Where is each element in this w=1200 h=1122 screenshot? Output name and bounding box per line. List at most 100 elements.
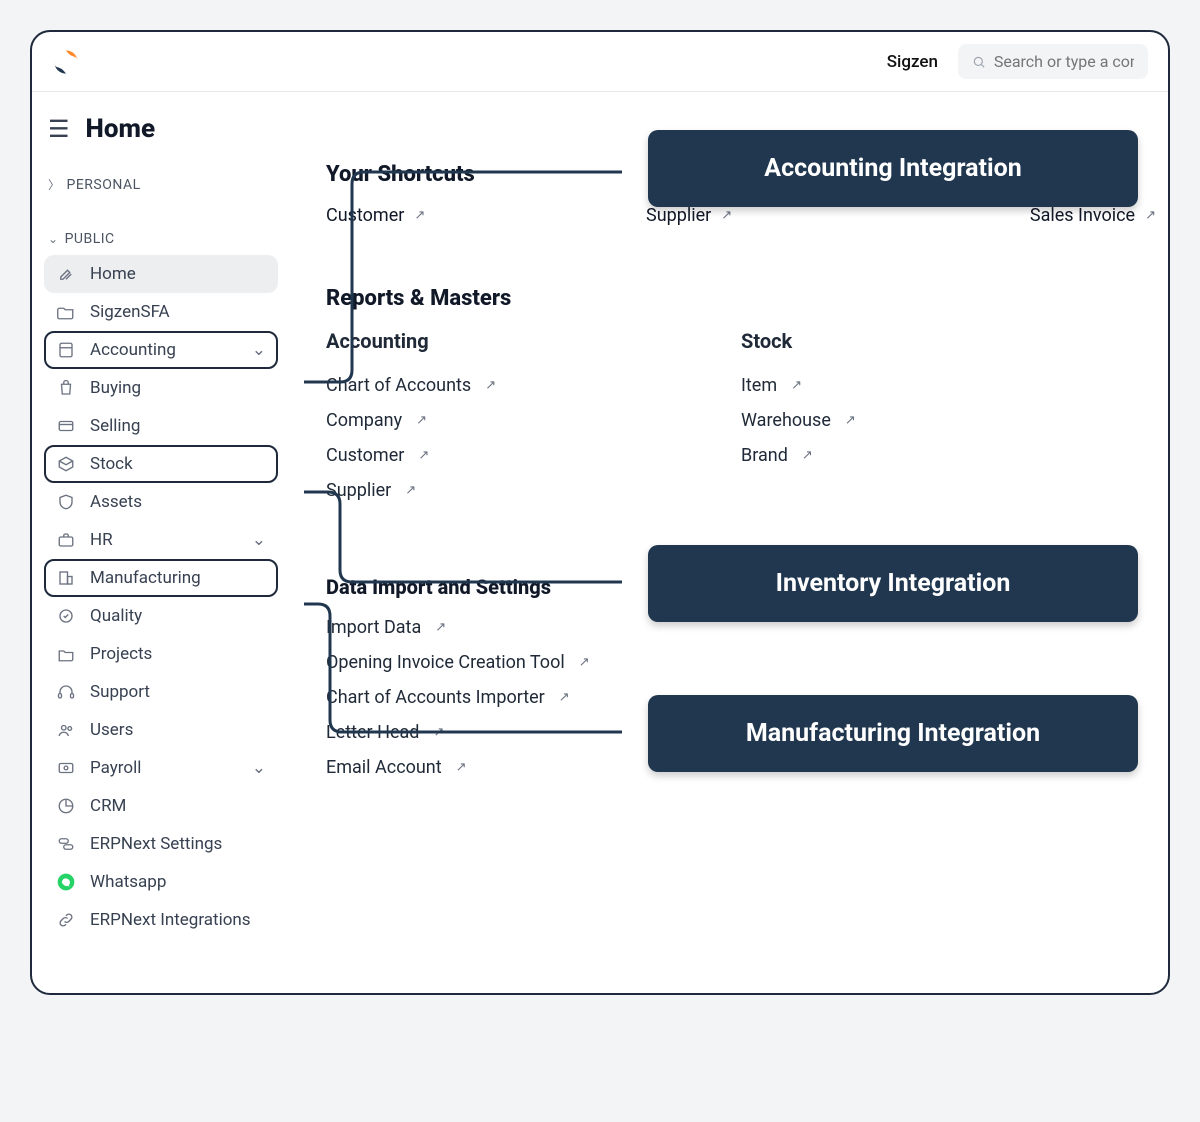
- external-link-icon: ↗: [418, 448, 429, 463]
- toggles-icon: [56, 834, 76, 854]
- sidebar-item-label: Selling: [90, 416, 140, 436]
- sidebar-item-payroll[interactable]: Payroll ⌄: [44, 749, 278, 787]
- sidebar: ☰ Home 〉 PERSONAL ⌄ PUBLIC Home SigzenSF…: [32, 92, 286, 953]
- sidebar-item-crm[interactable]: CRM: [44, 787, 278, 825]
- logo-icon: [52, 48, 80, 76]
- di-link-opening-invoice[interactable]: Opening Invoice Creation Tool↗: [326, 652, 1156, 673]
- sidebar-item-label: CRM: [90, 796, 126, 816]
- sidebar-item-selling[interactable]: Selling: [44, 407, 278, 445]
- callout-manufacturing-integration: Manufacturing Integration: [648, 695, 1138, 772]
- shortcut-label: Sales Invoice: [1030, 205, 1135, 226]
- sidebar-item-label: Quality: [90, 606, 142, 626]
- rm-link-item[interactable]: Item↗: [741, 375, 1156, 396]
- page-title: Home: [86, 114, 156, 144]
- logo: [52, 48, 80, 76]
- external-link-icon: ↗: [721, 208, 732, 223]
- external-link-icon: ↗: [414, 208, 425, 223]
- rm-link-supplier[interactable]: Supplier↗: [326, 480, 741, 501]
- sidebar-item-label: ERPNext Integrations: [90, 910, 251, 930]
- shortcut-label: Customer: [326, 205, 404, 226]
- sidebar-item-projects[interactable]: Projects: [44, 635, 278, 673]
- sidebar-item-label: Manufacturing: [90, 568, 201, 588]
- sidebar-item-label: Buying: [90, 378, 141, 398]
- sidebar-item-label: SigzenSFA: [90, 302, 170, 322]
- shortcut-customer[interactable]: Customer ↗: [326, 205, 646, 226]
- external-link-icon: ↗: [433, 725, 444, 740]
- external-link-icon: ↗: [1145, 208, 1156, 223]
- chevron-down-icon: ⌄: [252, 758, 266, 778]
- sidebar-item-label: Users: [90, 720, 133, 740]
- sidebar-item-erpnext-settings[interactable]: ERPNext Settings: [44, 825, 278, 863]
- external-link-icon: ↗: [456, 760, 467, 775]
- callout-inventory-integration: Inventory Integration: [648, 545, 1138, 622]
- sidebar-item-whatsapp[interactable]: Whatsapp: [44, 863, 278, 901]
- sidebar-item-erpnext-integrations[interactable]: ERPNext Integrations: [44, 901, 278, 939]
- rm-link-company[interactable]: Company↗: [326, 410, 741, 431]
- main-content: Your Shortcuts Customer ↗ Supplier ↗ Sal…: [286, 92, 1168, 953]
- rm-stock-head: Stock: [741, 329, 1156, 353]
- headset-icon: [56, 682, 76, 702]
- sidebar-item-label: Assets: [90, 492, 142, 512]
- rm-link-customer[interactable]: Customer↗: [326, 445, 741, 466]
- chevron-right-icon: 〉: [48, 176, 61, 193]
- rm-link-chart-of-accounts[interactable]: Chart of Accounts↗: [326, 375, 741, 396]
- search-input[interactable]: [994, 52, 1134, 71]
- tools-icon: [56, 264, 76, 284]
- topbar: Sigzen: [32, 32, 1168, 92]
- folder-icon: [56, 644, 76, 664]
- shortcut-supplier[interactable]: Supplier ↗: [646, 205, 966, 226]
- calculator-icon: [56, 340, 76, 360]
- sidebar-item-stock[interactable]: Stock: [44, 445, 278, 483]
- search-icon: [972, 54, 986, 70]
- sidebar-item-quality[interactable]: Quality: [44, 597, 278, 635]
- sidebar-item-label: Home: [90, 264, 136, 284]
- external-link-icon: ↗: [416, 413, 427, 428]
- external-link-icon: ↗: [485, 378, 496, 393]
- external-link-icon: ↗: [559, 690, 570, 705]
- external-link-icon: ↗: [845, 413, 856, 428]
- sidebar-item-label: Whatsapp: [90, 872, 166, 892]
- bag-icon: [56, 378, 76, 398]
- external-link-icon: ↗: [802, 448, 813, 463]
- sidebar-item-assets[interactable]: Assets: [44, 483, 278, 521]
- sidebar-item-support[interactable]: Support: [44, 673, 278, 711]
- sidebar-item-hr[interactable]: HR ⌄: [44, 521, 278, 559]
- card-icon: [56, 416, 76, 436]
- users-icon: [56, 720, 76, 740]
- search-box[interactable]: [958, 44, 1148, 79]
- menu-icon[interactable]: ☰: [48, 117, 70, 141]
- sidebar-item-label: HR: [90, 530, 113, 550]
- sidebar-item-label: Support: [90, 682, 150, 702]
- badge-icon: [56, 606, 76, 626]
- sidebar-item-label: Payroll: [90, 758, 141, 778]
- shortcut-sales-invoice[interactable]: Sales Invoice ↗: [1030, 205, 1156, 226]
- piechart-icon: [56, 796, 76, 816]
- sidebar-item-label: Projects: [90, 644, 152, 664]
- sidebar-item-buying[interactable]: Buying: [44, 369, 278, 407]
- shortcut-label: Supplier: [646, 205, 711, 226]
- app-window: Sigzen ☰ Home 〉 PERSONAL ⌄ PUBLIC: [30, 30, 1170, 995]
- folder-icon: [56, 302, 76, 322]
- header-user[interactable]: Sigzen: [887, 52, 938, 72]
- section-public-label: PUBLIC: [65, 231, 115, 247]
- external-link-icon: ↗: [435, 620, 446, 635]
- link-icon: [56, 910, 76, 930]
- section-personal[interactable]: 〉 PERSONAL: [44, 168, 278, 201]
- sidebar-item-accounting[interactable]: Accounting ⌄: [44, 331, 278, 369]
- shield-icon: [56, 492, 76, 512]
- rm-link-warehouse[interactable]: Warehouse↗: [741, 410, 1156, 431]
- sidebar-item-sigzensfa[interactable]: SigzenSFA: [44, 293, 278, 331]
- rm-link-brand[interactable]: Brand↗: [741, 445, 1156, 466]
- sidebar-item-home[interactable]: Home: [44, 255, 278, 293]
- sidebar-item-users[interactable]: Users: [44, 711, 278, 749]
- box-icon: [56, 454, 76, 474]
- briefcase-icon: [56, 530, 76, 550]
- section-public[interactable]: ⌄ PUBLIC: [44, 223, 278, 255]
- building-icon: [56, 568, 76, 588]
- sidebar-item-label: ERPNext Settings: [90, 834, 222, 854]
- money-icon: [56, 758, 76, 778]
- external-link-icon: ↗: [791, 378, 802, 393]
- reports-masters-heading: Reports & Masters: [326, 286, 1156, 311]
- sidebar-item-manufacturing[interactable]: Manufacturing: [44, 559, 278, 597]
- whatsapp-icon: [56, 872, 76, 892]
